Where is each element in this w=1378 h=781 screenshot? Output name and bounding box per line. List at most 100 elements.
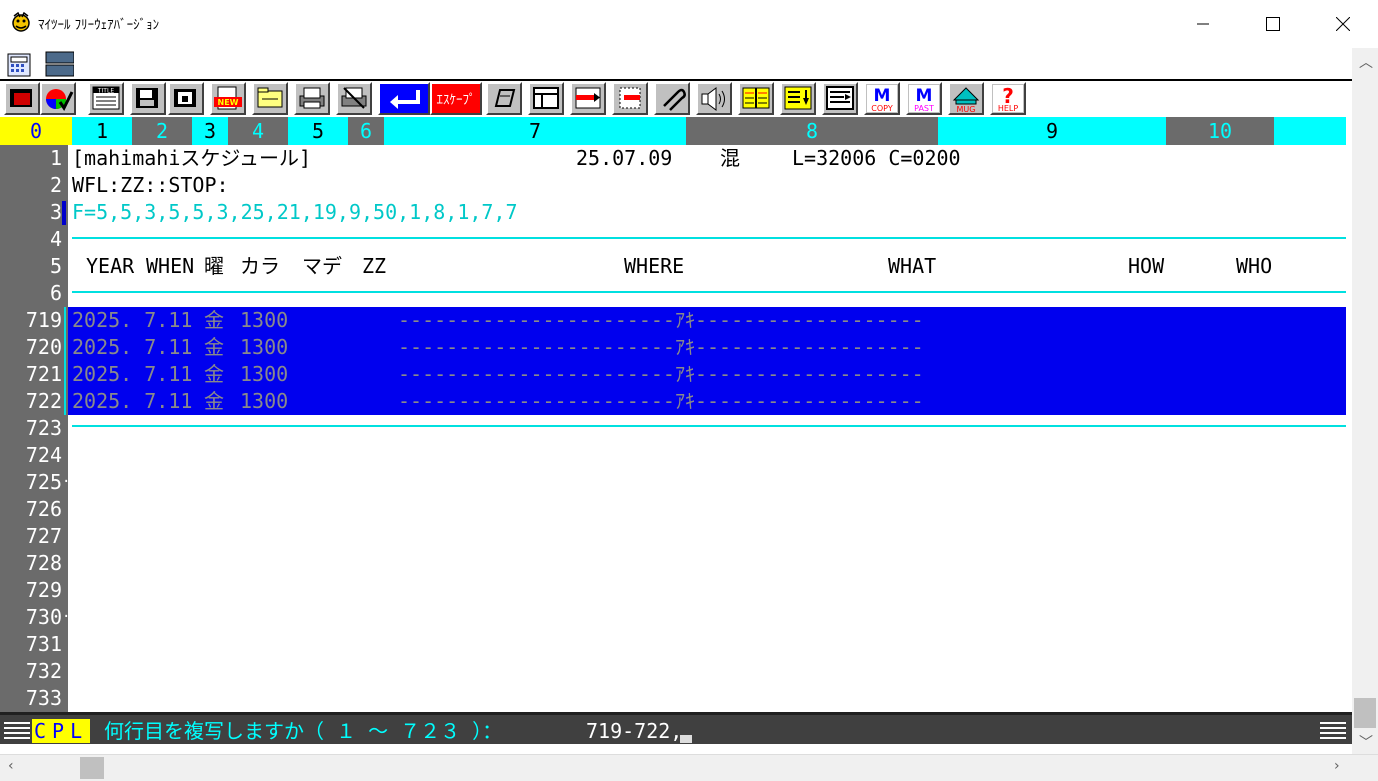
mug-button[interactable]: MUG bbox=[948, 82, 984, 115]
line-number[interactable]: 728 bbox=[0, 550, 62, 577]
list-right-button[interactable] bbox=[822, 82, 858, 115]
line-number[interactable]: 726 bbox=[0, 496, 62, 523]
sound-button[interactable] bbox=[696, 82, 732, 115]
ruler-col-7[interactable]: 7 bbox=[384, 117, 686, 145]
help-icon: ?HELP bbox=[993, 84, 1023, 113]
line-number[interactable]: 732 bbox=[0, 658, 62, 685]
line-number[interactable]: 730 bbox=[0, 604, 62, 631]
layout-button[interactable] bbox=[528, 82, 564, 115]
command-input[interactable]: 719-722, bbox=[586, 719, 682, 743]
wfl-line: WFL:ZZ::STOP: bbox=[72, 173, 229, 197]
ruler-col-10[interactable]: 10 bbox=[1166, 117, 1274, 145]
line-number[interactable]: 731 bbox=[0, 631, 62, 658]
menu-lines-icon[interactable] bbox=[2, 719, 32, 741]
line-number[interactable]: 729 bbox=[0, 577, 62, 604]
new-file-icon: NEW bbox=[214, 86, 242, 110]
delete-button[interactable] bbox=[612, 82, 648, 115]
ruler-col-5[interactable]: 5 bbox=[288, 117, 348, 145]
menu-lines-icon[interactable] bbox=[1318, 719, 1348, 741]
help-button[interactable]: ? HELP bbox=[990, 82, 1026, 115]
horizontal-scroll-thumb[interactable] bbox=[80, 757, 104, 779]
layer-button[interactable] bbox=[486, 82, 522, 115]
col-zz: ZZ bbox=[362, 254, 387, 278]
line-marker bbox=[62, 201, 66, 225]
editor-area[interactable]: [mahimahiスケジュール] 25.07.09 混 L=32006 C=02… bbox=[62, 145, 1346, 712]
mark-paste-icon: MPAST bbox=[909, 85, 939, 113]
line-number[interactable]: 723 bbox=[0, 415, 62, 442]
book-button[interactable] bbox=[738, 82, 774, 115]
scroll-up-icon[interactable]: ︿ bbox=[1359, 52, 1373, 72]
row-time: 1300 bbox=[240, 335, 289, 359]
window-title: ﾏｲﾂｰﾙ ﾌﾘｰｳｪｱﾊﾞｰｼﾞｮﾝ bbox=[38, 18, 160, 33]
row-day: 金 bbox=[204, 335, 224, 359]
vertical-scrollbar[interactable]: ︿ ﹀ bbox=[1352, 48, 1378, 754]
col-to: マデ bbox=[302, 254, 342, 278]
mark-copy-button[interactable]: M COPY bbox=[864, 82, 900, 115]
line-number[interactable]: 727 bbox=[0, 523, 62, 550]
line-number[interactable]: 2 bbox=[0, 172, 62, 199]
speaker-icon bbox=[701, 87, 725, 111]
ruler-col-1[interactable]: 1 bbox=[72, 117, 132, 145]
ruler-col-9[interactable]: 9 bbox=[938, 117, 1166, 145]
ruler-col-2[interactable]: 2 bbox=[132, 117, 192, 145]
escape-button[interactable]: ｴｽｹｰﾌﾟ bbox=[430, 82, 482, 115]
ruler-col-0[interactable]: 0 bbox=[0, 117, 72, 145]
enter-button[interactable] bbox=[378, 82, 430, 115]
row-date: 2025. 7.11 bbox=[72, 335, 193, 359]
col-when: WHEN bbox=[146, 254, 195, 278]
line-number[interactable]: 721 bbox=[0, 361, 62, 388]
line-number[interactable]: 722 bbox=[0, 388, 62, 415]
horizontal-scrollbar[interactable]: ‹ › bbox=[0, 754, 1378, 781]
clip-button[interactable] bbox=[654, 82, 690, 115]
load-button[interactable] bbox=[168, 82, 204, 115]
line-number[interactable]: 719 bbox=[0, 307, 62, 334]
split-view-button[interactable] bbox=[44, 50, 75, 78]
vertical-scroll-thumb[interactable] bbox=[1354, 698, 1376, 728]
save-button[interactable] bbox=[130, 82, 166, 115]
calculator-button[interactable] bbox=[4, 50, 34, 78]
insert-button[interactable] bbox=[570, 82, 606, 115]
divider bbox=[72, 425, 1346, 427]
mini-toolbar bbox=[0, 48, 1352, 81]
line-number[interactable]: 725 bbox=[0, 469, 62, 496]
scroll-right-icon[interactable]: › bbox=[1334, 758, 1340, 774]
printer-cancel-icon bbox=[341, 87, 367, 109]
line-number[interactable]: 720 bbox=[0, 334, 62, 361]
print-cancel-button[interactable] bbox=[336, 82, 372, 115]
line-number[interactable]: 5 bbox=[0, 253, 62, 280]
mark-paste-button[interactable]: M PAST bbox=[906, 82, 942, 115]
escape-icon: ｴｽｹｰﾌﾟ bbox=[437, 93, 476, 108]
title-bar: ﾏｲﾂｰﾙ ﾌﾘｰｳｪｱﾊﾞｰｼﾞｮﾝ bbox=[0, 0, 1378, 49]
ruler-col-3[interactable]: 3 bbox=[192, 117, 228, 145]
ruler-col-8[interactable]: 8 bbox=[686, 117, 938, 145]
minimize-button[interactable] bbox=[1168, 0, 1238, 48]
line-number[interactable]: 4 bbox=[0, 226, 62, 253]
list-down-button[interactable] bbox=[780, 82, 816, 115]
close-button[interactable] bbox=[1308, 0, 1378, 48]
line-number[interactable]: 3 bbox=[0, 199, 62, 226]
scroll-left-icon[interactable]: ‹ bbox=[8, 758, 14, 774]
maximize-button[interactable] bbox=[1238, 0, 1308, 48]
selection-marker bbox=[64, 307, 66, 415]
line-number[interactable]: 6 bbox=[0, 280, 62, 307]
input-mode: 混 bbox=[720, 146, 740, 170]
window-button[interactable] bbox=[4, 82, 40, 115]
floppy-icon bbox=[136, 88, 158, 108]
color-button[interactable] bbox=[40, 82, 76, 115]
cursor-position: L=32006 C=0200 bbox=[792, 146, 961, 170]
scroll-down-icon[interactable]: ﹀ bbox=[1359, 732, 1373, 752]
ruler-col-4[interactable]: 4 bbox=[228, 117, 288, 145]
title-button[interactable]: TITLE bbox=[88, 82, 124, 115]
calculator-icon bbox=[7, 53, 31, 77]
row-where: -----------------------ｱｷ---------------… bbox=[398, 389, 924, 413]
new-button[interactable]: NEW bbox=[210, 82, 246, 115]
folder-button[interactable] bbox=[252, 82, 288, 115]
icon-toolbar: TITLE NEW ｴｽｹｰﾌﾟ M COPY M PAST MUG ? HEL… bbox=[0, 81, 1352, 117]
line-number[interactable]: 733 bbox=[0, 685, 62, 712]
app-logo-icon[interactable] bbox=[10, 11, 32, 33]
ruler-col-6[interactable]: 6 bbox=[348, 117, 384, 145]
print-button[interactable] bbox=[294, 82, 330, 115]
line-number[interactable]: 724 bbox=[0, 442, 62, 469]
selected-lines[interactable]: 2025. 7.11 金 1300 ----------------------… bbox=[68, 307, 1346, 415]
line-number[interactable]: 1 bbox=[0, 145, 62, 172]
